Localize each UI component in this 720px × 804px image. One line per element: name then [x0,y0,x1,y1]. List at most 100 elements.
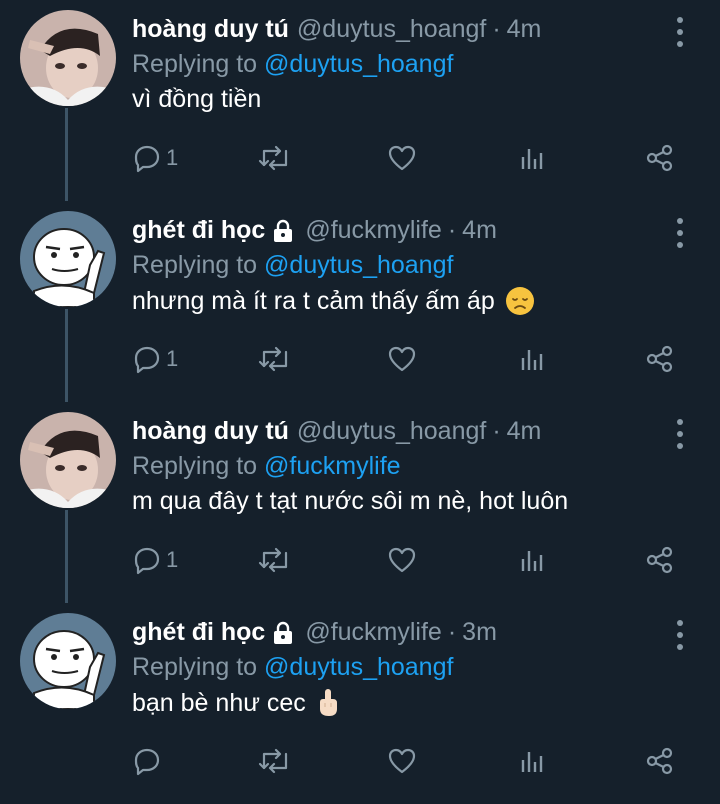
tweet-4[interactable]: ghét đi học @fuckmylife · 3m Replying to… [0,603,720,804]
avatar-hoang-duy-tu[interactable] [20,412,116,508]
thread-connector-line [65,510,68,603]
retweet-icon [258,547,288,573]
separator-dot: · [492,417,501,445]
avatar-photo [20,412,116,508]
share-button[interactable] [645,741,675,781]
retweet-button[interactable] [258,339,292,379]
more-options-icon[interactable] [670,416,690,452]
avatar-hoang-duy-tu[interactable] [20,10,116,106]
reply-button[interactable]: 1 [132,138,178,178]
tweet-actions: 1 [132,138,692,178]
heart-icon [388,748,416,774]
tweet-text-content: bạn bè như cec [132,688,306,717]
avatar-ghet-di-hoc[interactable] [20,211,116,307]
share-icon [646,747,673,775]
retweet-button[interactable] [258,138,292,178]
more-options-icon[interactable] [670,215,690,251]
like-button[interactable] [387,339,417,379]
analytics-icon [521,551,543,571]
tweet-text: vì đồng tiền [132,85,261,114]
tweet-actions: 1 [132,540,692,580]
thread-connector-line [65,309,68,402]
analytics-button[interactable] [517,339,547,379]
avatar-ghet-di-hoc[interactable] [20,613,116,709]
reply-icon [134,547,160,575]
heart-icon [388,346,416,372]
replying-to-mention[interactable]: @fuckmylife [264,452,401,480]
tweet-header: hoàng duy tú @duytus_hoangf · 4m [132,417,541,446]
tweet-1[interactable]: hoàng duy tú @duytus_hoangf · 4m Replyin… [0,0,720,201]
tweet-header: hoàng duy tú @duytus_hoangf · 4m [132,15,541,44]
analytics-icon [521,350,543,370]
reply-icon [134,346,160,374]
replying-to-label: Replying to [132,251,265,279]
analytics-icon [521,149,543,169]
tweet-text: nhưng mà ít ra t cảm thấy ấm áp [132,286,535,316]
share-button[interactable] [645,339,675,379]
user-handle[interactable]: @duytus_hoangf [297,417,486,446]
tweet-3[interactable]: hoàng duy tú @duytus_hoangf · 4m Replyin… [0,402,720,603]
analytics-button[interactable] [517,540,547,580]
analytics-icon [521,752,543,772]
like-button[interactable] [387,138,417,178]
analytics-button[interactable] [517,741,547,781]
replying-to-mention[interactable]: @duytus_hoangf [264,251,453,279]
share-icon [646,546,673,574]
reply-count: 1 [166,547,179,572]
retweet-icon [258,748,288,774]
tweet-text: bạn bè như cec [132,688,340,718]
replying-to-mention[interactable]: @duytus_hoangf [264,50,453,78]
replying-to-line: Replying to @duytus_hoangf [132,251,453,280]
separator-dot: · [492,15,501,43]
share-icon [646,345,673,373]
timestamp[interactable]: 4m [507,15,542,44]
retweet-icon [258,145,288,171]
reply-thread: hoàng duy tú @duytus_hoangf · 4m Replyin… [0,0,720,798]
tweet-actions [132,741,692,781]
reply-button[interactable]: 1 [132,540,178,580]
replying-to-line: Replying to @duytus_hoangf [132,50,453,79]
tweet-header: ghét đi học @fuckmylife · 3m [132,618,497,647]
user-handle[interactable]: @duytus_hoangf [297,15,486,44]
user-handle[interactable]: @fuckmylife [305,216,442,245]
analytics-button[interactable] [517,138,547,178]
replying-to-label: Replying to [132,50,265,78]
like-button[interactable] [387,741,417,781]
retweet-button[interactable] [258,540,292,580]
reply-count: 1 [166,145,179,170]
reply-count: 1 [166,346,179,371]
timestamp[interactable]: 4m [462,216,497,245]
avatar-photo [20,10,116,106]
more-options-icon[interactable] [670,14,690,50]
display-name[interactable]: hoàng duy tú [132,417,289,446]
tweet-header: ghét đi học @fuckmylife · 4m [132,216,497,245]
share-icon [646,144,673,172]
user-handle[interactable]: @fuckmylife [305,618,442,647]
share-button[interactable] [645,540,675,580]
display-name[interactable]: ghét đi học [132,216,265,245]
reply-button[interactable]: 1 [132,339,178,379]
tweet-2[interactable]: ghét đi học @fuckmylife · 4m Replying to… [0,201,720,402]
lock-icon [271,219,295,243]
tweet-text: m qua đây t tạt nước sôi m nè, hot luôn [132,487,568,516]
like-button[interactable] [387,540,417,580]
heart-icon [388,547,416,573]
replying-to-mention[interactable]: @duytus_hoangf [264,653,453,681]
middle-finger-hand-icon [316,688,340,718]
separator-dot: · [447,618,457,646]
retweet-button[interactable] [258,741,292,781]
heart-icon [388,145,416,171]
reply-icon [134,145,160,173]
share-button[interactable] [645,138,675,178]
replying-to-label: Replying to [132,653,265,681]
display-name[interactable]: ghét đi học [132,618,265,647]
more-options-icon[interactable] [670,617,690,653]
display-name[interactable]: hoàng duy tú [132,15,289,44]
reply-button[interactable] [132,741,166,781]
timestamp[interactable]: 4m [507,417,542,446]
tweet-text-content: vì đồng tiền [132,85,262,113]
reply-icon [134,748,160,776]
tweet-text-content: m qua đây t tạt nước sôi m nè, hot luôn [132,487,569,515]
separator-dot: · [447,216,457,244]
timestamp[interactable]: 3m [462,618,497,647]
